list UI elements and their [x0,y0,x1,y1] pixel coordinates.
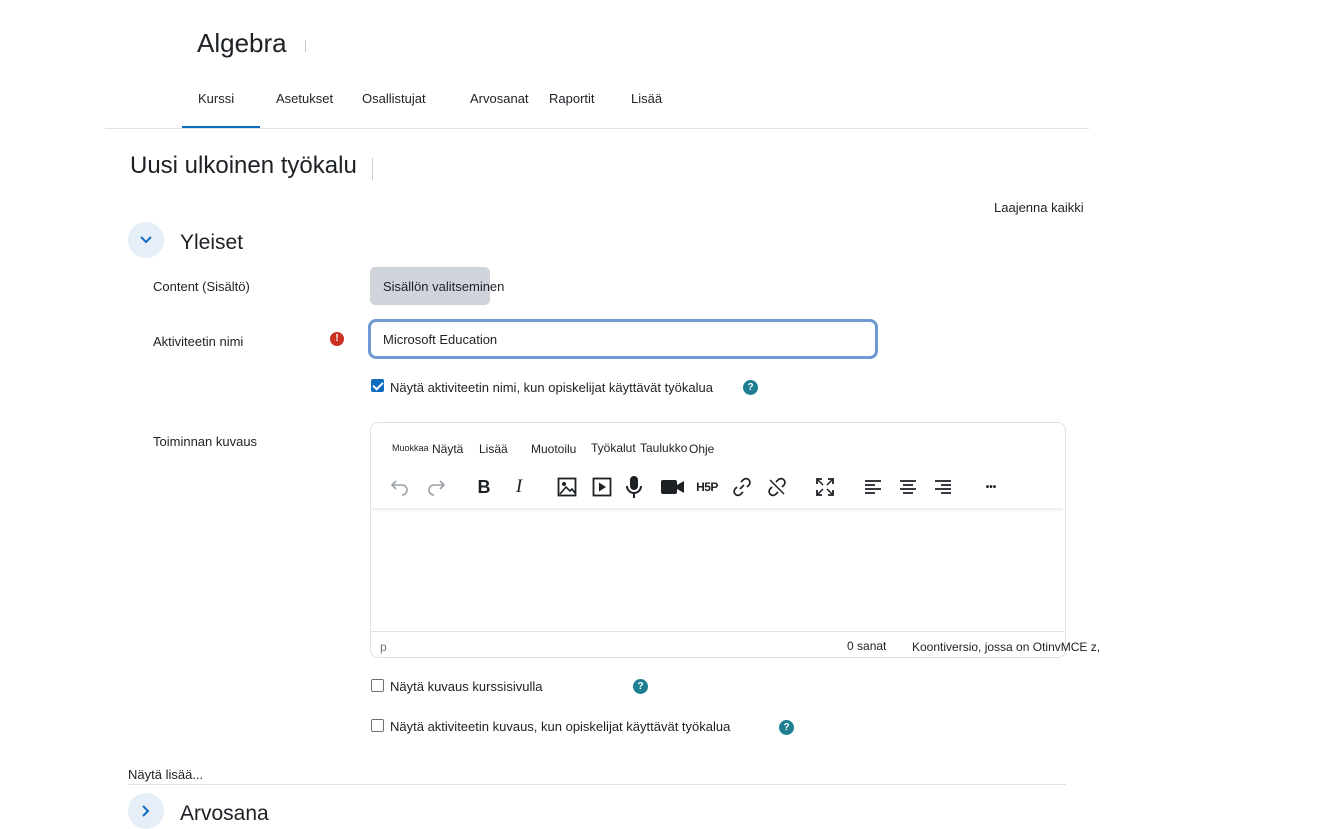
show-more-link[interactable]: Näytä lisää... [128,767,203,782]
fullscreen-icon [816,478,834,496]
redo-icon [428,480,446,496]
tab-asetukset[interactable]: Asetukset [276,91,333,106]
menu-lisaa[interactable]: Lisää [479,442,508,456]
word-count: 0 sanat [847,639,886,653]
expand-all-link[interactable]: Laajenna kaikki [994,200,1084,215]
menu-nayta[interactable]: Näytä [432,442,463,456]
h5p-icon: H5P [696,480,718,494]
section-divider [128,784,1066,785]
menu-tyokalut[interactable]: Työkalut [591,441,636,455]
tab-lisaa[interactable]: Lisää [631,91,662,106]
general-section-title: Yleiset [180,231,244,254]
menu-taulukko[interactable]: Taulukko [640,441,687,455]
menu-muokkaa[interactable]: Muokkaa [392,443,429,453]
select-content-button[interactable]: Sisällön valitseminen [370,267,504,305]
undo-icon [390,480,408,496]
image-icon [557,477,577,497]
tab-raportit[interactable]: Raportit [549,91,595,106]
tab-arvosanat[interactable]: Arvosanat [470,91,529,106]
align-left-button[interactable] [861,475,885,499]
course-title: Algebra [197,28,287,58]
tab-kurssi[interactable]: Kurssi [198,91,234,106]
tab-osallistujat[interactable]: Osallistujat [362,91,426,106]
h5p-button[interactable]: H5P [693,475,721,499]
align-center-button[interactable] [896,475,920,499]
help-icon[interactable]: ? [743,380,758,395]
bold-icon: B [477,476,491,497]
activity-name-input[interactable] [368,319,878,359]
word-count-value: 0 [847,639,854,653]
editor-content-area[interactable] [372,513,1062,630]
show-description-label: Näytä kuvaus kurssisivulla [390,679,543,694]
menu-muotoilu[interactable]: Muotoilu [531,442,576,456]
record-video-button[interactable] [660,475,686,499]
required-icon: ! [330,332,344,346]
unlink-button[interactable] [765,475,789,499]
align-center-icon [900,480,916,494]
more-button[interactable]: ••• [979,475,1003,499]
more-icon: ••• [985,481,997,493]
link-button[interactable] [730,475,754,499]
content-label: Content (Sisältö) [153,279,250,294]
align-right-icon [935,480,951,494]
italic-button[interactable]: I [507,475,531,499]
italic-icon: I [515,476,523,497]
chevron-down-icon [140,236,152,244]
general-section-toggle[interactable] [128,222,164,258]
link-icon [733,477,751,497]
word-count-unit: sanat [857,639,887,653]
menu-ohje[interactable]: Ohje [689,442,714,456]
title-edit-caret [305,40,306,52]
record-audio-button[interactable] [622,475,646,499]
heading-caret [372,158,373,180]
chevron-right-icon [142,805,150,817]
show-activity-description-checkbox[interactable] [371,719,384,732]
help-icon[interactable]: ? [633,679,648,694]
nav-divider [105,128,1089,129]
undo-button[interactable] [388,475,412,499]
page-heading: Uusi ulkoinen työkalu [130,152,357,179]
show-activity-description-label: Näytä aktiviteetin kuvaus, kun opiskelij… [390,719,731,734]
microphone-icon [626,476,642,498]
activity-name-label: Aktiviteetin nimi [153,334,244,349]
video-camera-icon [661,480,684,494]
redo-button[interactable] [424,475,448,499]
show-name-label: Näytä aktiviteetin nimi, kun opiskelijat… [390,380,713,395]
description-label: Toiminnan kuvaus [153,434,258,449]
media-button[interactable] [590,475,614,499]
image-button[interactable] [555,475,579,499]
grade-section-title: Arvosana [180,802,269,825]
editor-branding[interactable]: Koontiversio, jossa on OtinvMCE z, [912,640,1100,654]
fullscreen-button[interactable] [813,475,837,499]
editor-toolbar-divider [371,508,1063,512]
align-right-button[interactable] [931,475,955,499]
statusbar-divider [371,631,1064,632]
status-path: p [380,640,387,654]
media-icon [592,477,612,497]
align-left-icon [865,480,881,494]
help-icon[interactable]: ? [779,720,794,735]
bold-button[interactable]: B [472,475,496,499]
show-description-checkbox[interactable] [371,679,384,692]
grade-section-toggle[interactable] [128,793,164,829]
show-name-checkbox[interactable] [371,379,384,392]
unlink-icon [768,477,786,497]
